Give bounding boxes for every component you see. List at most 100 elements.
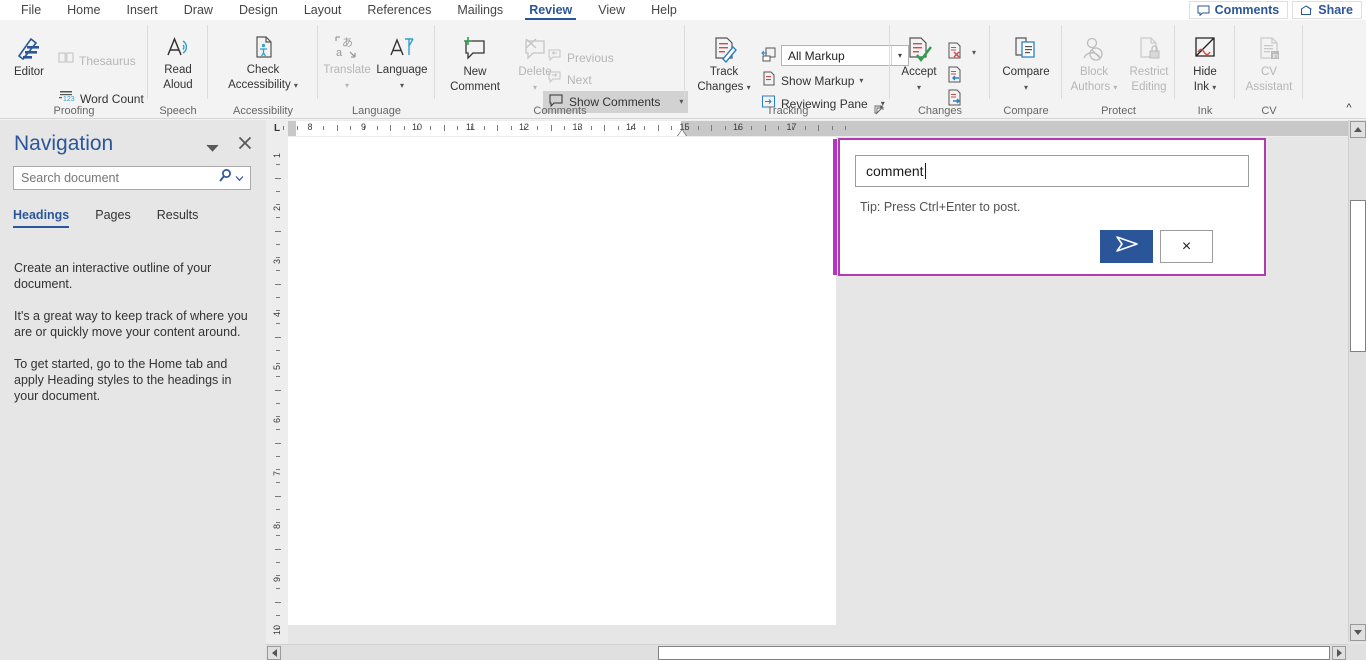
- ruler-tick: [276, 469, 280, 470]
- collapse-ribbon-button[interactable]: ^: [1338, 99, 1360, 117]
- ruler-tick: [276, 429, 280, 431]
- ruler-tick: [276, 349, 280, 351]
- chevron-down-icon[interactable]: [235, 169, 244, 187]
- tab-references[interactable]: References: [354, 0, 444, 20]
- share-button[interactable]: Share: [1292, 1, 1362, 19]
- chevron-down-icon[interactable]: ▾: [1212, 83, 1216, 92]
- restrict-editing-button[interactable]: Restrict Editing: [1124, 32, 1174, 94]
- tab-file[interactable]: File: [8, 0, 54, 20]
- scroll-down-button[interactable]: [1350, 624, 1366, 641]
- search-input[interactable]: [14, 167, 218, 189]
- navigation-pane: Navigation Headings Pages Results Crea: [0, 120, 266, 660]
- vertical-scrollbar-thumb[interactable]: [1350, 200, 1366, 352]
- scroll-up-button[interactable]: [1350, 121, 1366, 138]
- reject-button[interactable]: ▾: [946, 42, 976, 63]
- right-indent-marker[interactable]: [677, 129, 687, 136]
- block-authors-button[interactable]: Block Authors ▾: [1065, 32, 1123, 94]
- ruler-number: 7: [272, 470, 282, 476]
- group-label-compare: Compare: [1003, 105, 1049, 117]
- ruler-tick: [483, 126, 485, 130]
- ruler-number: 13: [572, 122, 583, 132]
- ruler-tick: [644, 126, 646, 130]
- ruler-tick: [276, 614, 280, 616]
- accept-button[interactable]: Accept ▾: [894, 32, 944, 94]
- chevron-down-icon[interactable]: ▾: [294, 81, 298, 90]
- tab-insert[interactable]: Insert: [114, 0, 171, 20]
- compare-dropdown[interactable]: ▾: [1024, 81, 1028, 94]
- document-area: L 8 9 10 11 12 13 14 15 16 17 1 2 3 4 5 6 7 8 9 10 comment…: [266, 120, 1366, 660]
- tab-design[interactable]: Design: [226, 0, 291, 20]
- cancel-comment-button[interactable]: ×: [1160, 230, 1213, 263]
- accept-dropdown[interactable]: ▾: [917, 81, 921, 94]
- nav-tab-results[interactable]: Results: [157, 208, 213, 228]
- ruler-tick: [275, 442, 281, 444]
- thesaurus-button[interactable]: Thesaurus: [58, 50, 136, 71]
- ruler-tick: [724, 126, 726, 130]
- horizontal-scrollbar[interactable]: [266, 644, 1348, 660]
- ruler-tick: [276, 164, 280, 166]
- group-label-cv: CV: [1261, 105, 1277, 117]
- comment-tip: Tip: Press Ctrl+Enter to post.: [860, 200, 1021, 214]
- ruler-tick: [443, 125, 445, 131]
- comment-input[interactable]: comment: [855, 155, 1249, 187]
- scroll-right-button[interactable]: [1332, 646, 1346, 660]
- previous-comment-button[interactable]: Previous: [547, 47, 614, 68]
- nav-tab-headings[interactable]: Headings: [13, 208, 83, 228]
- check-accessibility-button[interactable]: Check Accessibility ▾: [216, 30, 310, 92]
- reject-icon: [946, 42, 963, 64]
- show-markup-button[interactable]: Show Markup ▾: [761, 70, 863, 91]
- chevron-down-icon[interactable]: ▾: [747, 83, 751, 92]
- group-label-speech: Speech: [159, 105, 197, 117]
- chevron-down-icon: ▾: [916, 83, 921, 92]
- new-comment-card: comment Tip: Press Ctrl+Enter to post. ×: [838, 138, 1266, 276]
- next-comment-button[interactable]: Next: [547, 69, 592, 90]
- ruler-tick: [751, 126, 753, 130]
- block-authors-label-line2-text: Authors: [1070, 81, 1111, 93]
- tab-draw[interactable]: Draw: [171, 0, 226, 20]
- tab-mailings[interactable]: Mailings: [444, 0, 516, 20]
- tab-home[interactable]: Home: [54, 0, 113, 20]
- horizontal-ruler[interactable]: L 8 9 10 11 12 13 14 15 16 17: [266, 120, 1348, 137]
- document-page[interactable]: [288, 137, 836, 625]
- cv-assistant-button[interactable]: in CV Assistant: [1239, 32, 1299, 94]
- language-dropdown[interactable]: ▾: [400, 79, 404, 92]
- translate-dropdown[interactable]: ▾: [345, 79, 349, 92]
- track-changes-button[interactable]: Track Changes ▾: [693, 32, 755, 94]
- translate-button[interactable]: あ a Translate ▾: [321, 30, 373, 92]
- vertical-ruler[interactable]: 1 2 3 4 5 6 7 8 9 10: [266, 137, 288, 660]
- compare-button[interactable]: Compare ▾: [995, 32, 1057, 94]
- navigation-tabs: Headings Pages Results: [13, 208, 224, 228]
- navigation-options-button[interactable]: [206, 140, 219, 158]
- chevron-down-icon[interactable]: ▾: [972, 48, 976, 57]
- navigation-close-button[interactable]: [238, 136, 252, 155]
- read-aloud-button[interactable]: Read Aloud: [156, 30, 200, 92]
- ruler-tick: [296, 126, 298, 130]
- comments-button[interactable]: Comments: [1188, 1, 1289, 19]
- tab-view[interactable]: View: [585, 0, 638, 20]
- search-icon[interactable]: [218, 168, 233, 188]
- tab-help[interactable]: Help: [638, 0, 690, 20]
- horizontal-ruler-track[interactable]: 8 9 10 11 12 13 14 15 16 17: [283, 121, 1348, 136]
- previous-change-button[interactable]: [946, 66, 963, 87]
- scroll-left-button[interactable]: [267, 646, 281, 660]
- delete-comment-dropdown[interactable]: ▾: [533, 81, 537, 94]
- vertical-scrollbar[interactable]: [1348, 120, 1366, 642]
- ruler-number: 8: [272, 523, 282, 529]
- tab-layout[interactable]: Layout: [291, 0, 355, 20]
- hide-ink-button[interactable]: Hide Ink ▾: [1181, 32, 1229, 94]
- word-count-label: Word Count: [80, 91, 144, 106]
- editor-button[interactable]: Editor: [6, 32, 52, 79]
- ruler-number: 17: [786, 122, 797, 132]
- horizontal-scrollbar-thumb[interactable]: [658, 646, 1330, 660]
- new-comment-button[interactable]: New Comment: [443, 32, 507, 94]
- cv-assistant-label-line1: CV: [1261, 66, 1277, 78]
- navigation-search-box[interactable]: [13, 166, 251, 190]
- tab-review[interactable]: Review: [516, 0, 585, 20]
- tracking-dialog-launcher[interactable]: [873, 104, 886, 117]
- language-button[interactable]: Language ▾: [376, 30, 428, 92]
- chevron-down-icon[interactable]: ▾: [1113, 83, 1117, 92]
- chevron-down-icon[interactable]: ▾: [859, 76, 863, 85]
- post-comment-button[interactable]: [1100, 230, 1153, 263]
- check-accessibility-label-line1: Check: [246, 64, 280, 76]
- nav-tab-pages[interactable]: Pages: [95, 208, 144, 228]
